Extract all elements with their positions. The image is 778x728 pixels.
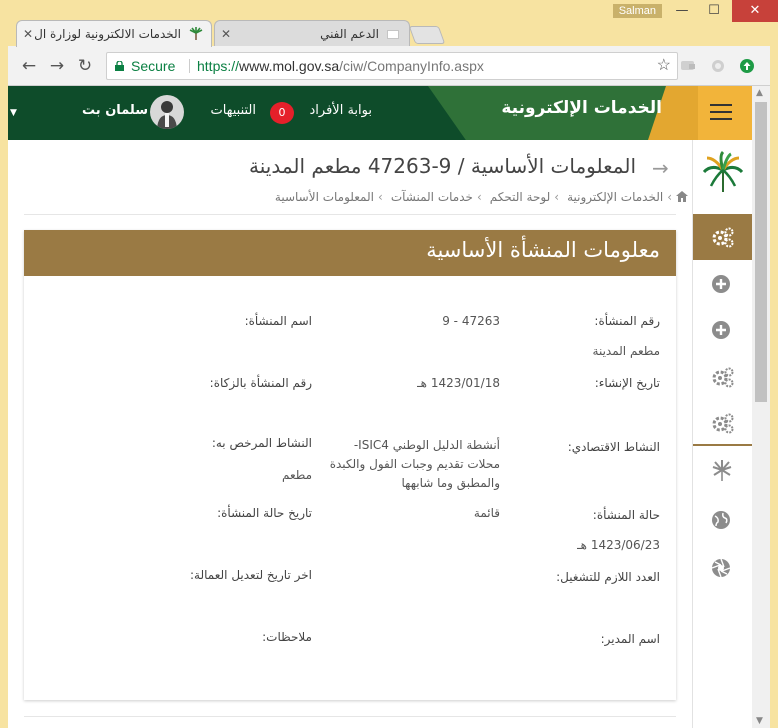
status-label: حالة المنشأة: bbox=[592, 508, 660, 522]
extension-circle-icon[interactable] bbox=[710, 58, 726, 74]
creation-date-label: تاريخ الإنشاء: bbox=[594, 376, 660, 390]
bookmark-star-icon[interactable]: ☆ bbox=[657, 53, 671, 79]
extension-chat-icon[interactable] bbox=[680, 58, 696, 74]
notifications-count-badge[interactable]: 0 bbox=[270, 102, 294, 124]
individuals-portal-link[interactable]: بوابة الأفراد bbox=[310, 103, 372, 118]
lock-icon bbox=[115, 61, 124, 71]
last-labor-update-label: اخر تاريخ لتعديل العمالة: bbox=[190, 568, 312, 582]
scroll-down-icon[interactable]: ▼ bbox=[756, 716, 763, 726]
update-arrow-icon[interactable] bbox=[739, 58, 755, 74]
sidebar-item-add-2[interactable] bbox=[693, 308, 752, 354]
minimize-button[interactable]: — bbox=[666, 0, 698, 22]
establishment-info-card: معلومات المنشأة الأساسية رقم المنشأة: 9 … bbox=[24, 230, 676, 700]
card-header: معلومات المنشأة الأساسية bbox=[24, 230, 676, 276]
licensed-activity-label: النشاط المرخص به: bbox=[211, 436, 312, 450]
brand-title[interactable]: الخدمات الإلكترونية bbox=[501, 98, 662, 118]
close-tab-icon[interactable]: ✕ bbox=[221, 21, 231, 47]
status-date-label: تاريخ حالة المنشأة: bbox=[217, 506, 312, 520]
notifications-link[interactable]: التنبيهات bbox=[211, 103, 256, 118]
user-name[interactable]: سلمان بت bbox=[82, 103, 148, 118]
establishment-number-label: رقم المنشأة: bbox=[594, 314, 660, 328]
title-divider bbox=[24, 214, 676, 215]
palm-logo-icon bbox=[702, 150, 744, 192]
establishment-name-value: مطعم المدينة bbox=[592, 344, 660, 358]
tab-title: الخدمات الالكترونية لوزارة ال bbox=[34, 27, 181, 41]
vertical-scrollbar[interactable]: ▲ ▼ bbox=[752, 86, 770, 728]
breadcrumb: ›الخدمات الإلكترونية›لوحة التحكم›خدمات ا… bbox=[271, 190, 688, 204]
required-workers-label: العدد اللازم للتشغيل: bbox=[556, 570, 660, 584]
status-value: قائمة bbox=[473, 506, 500, 520]
palm-favicon-icon bbox=[189, 27, 203, 40]
gears-icon bbox=[712, 413, 734, 434]
globe-icon bbox=[712, 511, 730, 529]
secure-label: Secure bbox=[131, 58, 176, 74]
gears-icon bbox=[712, 367, 734, 388]
tab-title: الدعم الفني bbox=[320, 27, 379, 41]
sidebar-item-globe[interactable] bbox=[693, 498, 752, 544]
sidebar-item-palm[interactable] bbox=[693, 448, 752, 494]
zakat-number-label: رقم المنشأة بالزكاة: bbox=[209, 376, 312, 390]
card-title: معلومات المنشأة الأساسية bbox=[426, 238, 660, 262]
maximize-button[interactable]: ☐ bbox=[698, 0, 730, 22]
scroll-up-icon[interactable]: ▲ bbox=[756, 88, 763, 98]
url-host: www.mol.gov.sa bbox=[239, 58, 340, 74]
site-header: الخدمات الإلكترونية بوابة الأفراد التنبي… bbox=[8, 86, 752, 140]
aperture-icon bbox=[711, 558, 731, 578]
page-title: المعلومات الأساسية / 9-47263 مطعم المدين… bbox=[249, 154, 636, 178]
web-page: الخدمات الإلكترونية بوابة الأفراد التنبي… bbox=[8, 86, 752, 728]
back-arrow-icon[interactable]: ← bbox=[18, 55, 40, 77]
establishment-name-label: اسم المنشأة: bbox=[244, 314, 312, 328]
bottom-divider bbox=[24, 716, 676, 717]
palm-icon bbox=[712, 460, 732, 481]
status-date-value: 1423/06/23 هـ bbox=[577, 538, 660, 552]
sidebar-item-settings-1[interactable] bbox=[693, 354, 752, 400]
new-tab-button[interactable] bbox=[408, 26, 446, 44]
window-frame-left bbox=[0, 46, 8, 728]
reload-icon[interactable]: ↻ bbox=[74, 55, 96, 77]
user-silhouette-icon bbox=[157, 101, 177, 129]
sidebar-item-add-1[interactable] bbox=[693, 262, 752, 308]
home-icon[interactable] bbox=[676, 191, 688, 202]
window-user-badge: Salman bbox=[612, 4, 662, 18]
licensed-activity-value: مطعم bbox=[281, 468, 312, 482]
omnibox-divider bbox=[189, 59, 190, 73]
url-path: /ciw/CompanyInfo.aspx bbox=[339, 58, 484, 74]
scrollbar-thumb[interactable] bbox=[755, 102, 767, 402]
breadcrumb-eservices[interactable]: الخدمات الإلكترونية bbox=[567, 190, 663, 204]
user-avatar[interactable] bbox=[150, 95, 184, 129]
plus-circle-icon bbox=[712, 321, 730, 339]
creation-date-value: 1423/01/18 هـ bbox=[417, 376, 500, 390]
hamburger-menu-icon[interactable] bbox=[710, 104, 732, 120]
forward-arrow-icon[interactable]: → bbox=[46, 55, 68, 77]
browser-toolbar: ← → ↻ Secure https://www.mol.gov.sa/ciw/… bbox=[8, 46, 770, 86]
economic-activity-value: أنشطة الدليل الوطني ISIC4- محلات تقديم و… bbox=[329, 438, 500, 490]
address-bar[interactable]: Secure https://www.mol.gov.sa/ciw/Compan… bbox=[106, 52, 678, 80]
notes-label: ملاحظات: bbox=[262, 630, 312, 644]
tab-support[interactable]: ✕ الدعم الفني bbox=[214, 20, 410, 47]
right-sidebar bbox=[692, 140, 752, 728]
close-window-button[interactable]: ✕ bbox=[732, 0, 778, 22]
tab-eservices[interactable]: ✕ الخدمات الالكترونية لوزارة ال bbox=[16, 20, 212, 47]
gears-icon bbox=[712, 227, 734, 248]
sidebar-divider bbox=[693, 444, 752, 446]
window-frame-right bbox=[770, 46, 778, 728]
manager-name-label: اسم المدير: bbox=[600, 632, 660, 646]
breadcrumb-establishment-services[interactable]: خدمات المنشآت bbox=[391, 190, 473, 204]
sidebar-item-aperture[interactable] bbox=[693, 546, 752, 592]
back-arrow-icon[interactable]: → bbox=[652, 156, 669, 180]
establishment-number-value: 9 - 47263 bbox=[442, 314, 500, 328]
sidebar-item-basic-info[interactable] bbox=[693, 214, 752, 260]
url-text[interactable]: https://www.mol.gov.sa/ciw/CompanyInfo.a… bbox=[197, 53, 484, 79]
breadcrumb-basic-info: المعلومات الأساسية bbox=[274, 190, 374, 204]
close-tab-icon[interactable]: ✕ bbox=[23, 21, 33, 47]
sidebar-item-settings-2[interactable] bbox=[693, 400, 752, 446]
breadcrumb-dashboard[interactable]: لوحة التحكم bbox=[490, 190, 551, 204]
plus-circle-icon bbox=[712, 275, 730, 293]
page-favicon-icon bbox=[387, 30, 399, 39]
economic-activity-label: النشاط الاقتصادي: bbox=[567, 440, 660, 454]
url-scheme: https:// bbox=[197, 58, 240, 74]
caret-down-icon[interactable]: ▼ bbox=[10, 108, 17, 118]
